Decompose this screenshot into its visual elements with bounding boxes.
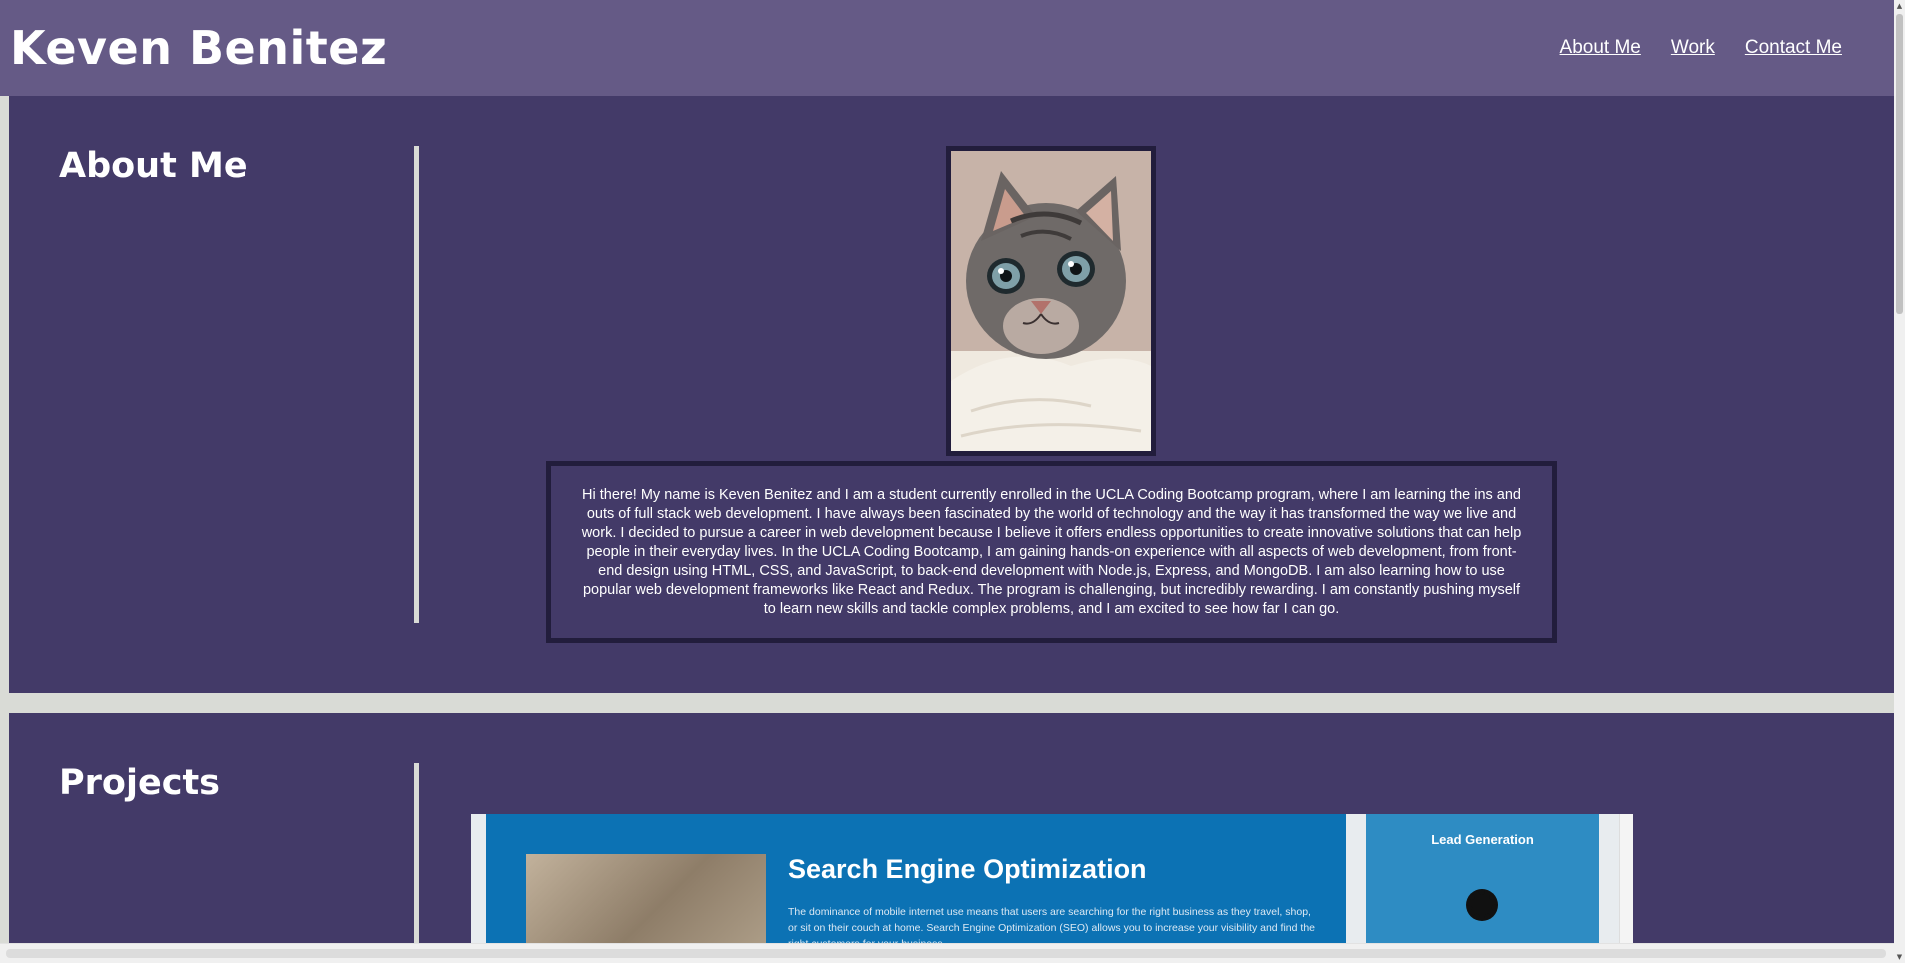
- bio-text: Hi there! My name is Keven Benitez and I…: [581, 487, 1522, 617]
- project-preview[interactable]: Search Engine Optimization The dominance…: [471, 814, 1633, 943]
- project-preview-side-title: Lead Generation: [1431, 832, 1534, 847]
- horizontal-scroll-thumb[interactable]: [6, 949, 1886, 958]
- gear-icon: [1466, 889, 1498, 921]
- vertical-scrollbar[interactable]: ▲ ▼: [1894, 0, 1905, 963]
- projects-divider: [414, 763, 419, 943]
- project-preview-side: Lead Generation: [1366, 814, 1599, 943]
- project-preview-photo: [526, 854, 766, 943]
- project-preview-title: Search Engine Optimization: [788, 854, 1147, 884]
- project-preview-scrollbar[interactable]: [1619, 814, 1633, 943]
- horizontal-scrollbar[interactable]: [0, 943, 1894, 963]
- project-preview-main: Search Engine Optimization The dominance…: [486, 814, 1346, 943]
- about-heading: About Me: [59, 146, 248, 186]
- kitten-image: [951, 151, 1151, 451]
- profile-photo-frame: [946, 146, 1156, 456]
- nav-work[interactable]: Work: [1671, 37, 1715, 59]
- vertical-scroll-thumb[interactable]: [1896, 14, 1903, 314]
- bio-box: Hi there! My name is Keven Benitez and I…: [546, 461, 1557, 643]
- scroll-down-arrow-icon[interactable]: ▼: [1894, 951, 1905, 963]
- projects-heading: Projects: [59, 763, 221, 803]
- projects-section: Projects Search Engine Optimization The …: [9, 713, 1894, 943]
- nav-contact-me[interactable]: Contact Me: [1745, 37, 1842, 59]
- nav-about-me[interactable]: About Me: [1560, 37, 1641, 59]
- scroll-up-arrow-icon[interactable]: ▲: [1894, 0, 1905, 12]
- main-nav: About Me Work Contact Me: [1560, 37, 1842, 59]
- site-header: Keven Benitez About Me Work Contact Me: [0, 0, 1894, 96]
- site-title: Keven Benitez: [10, 21, 388, 75]
- profile-photo: [951, 151, 1151, 451]
- project-preview-text: The dominance of mobile internet use mea…: [788, 906, 1316, 943]
- about-section: About Me Hi there! My name is Keven Beni…: [9, 96, 1894, 693]
- about-divider: [414, 146, 419, 623]
